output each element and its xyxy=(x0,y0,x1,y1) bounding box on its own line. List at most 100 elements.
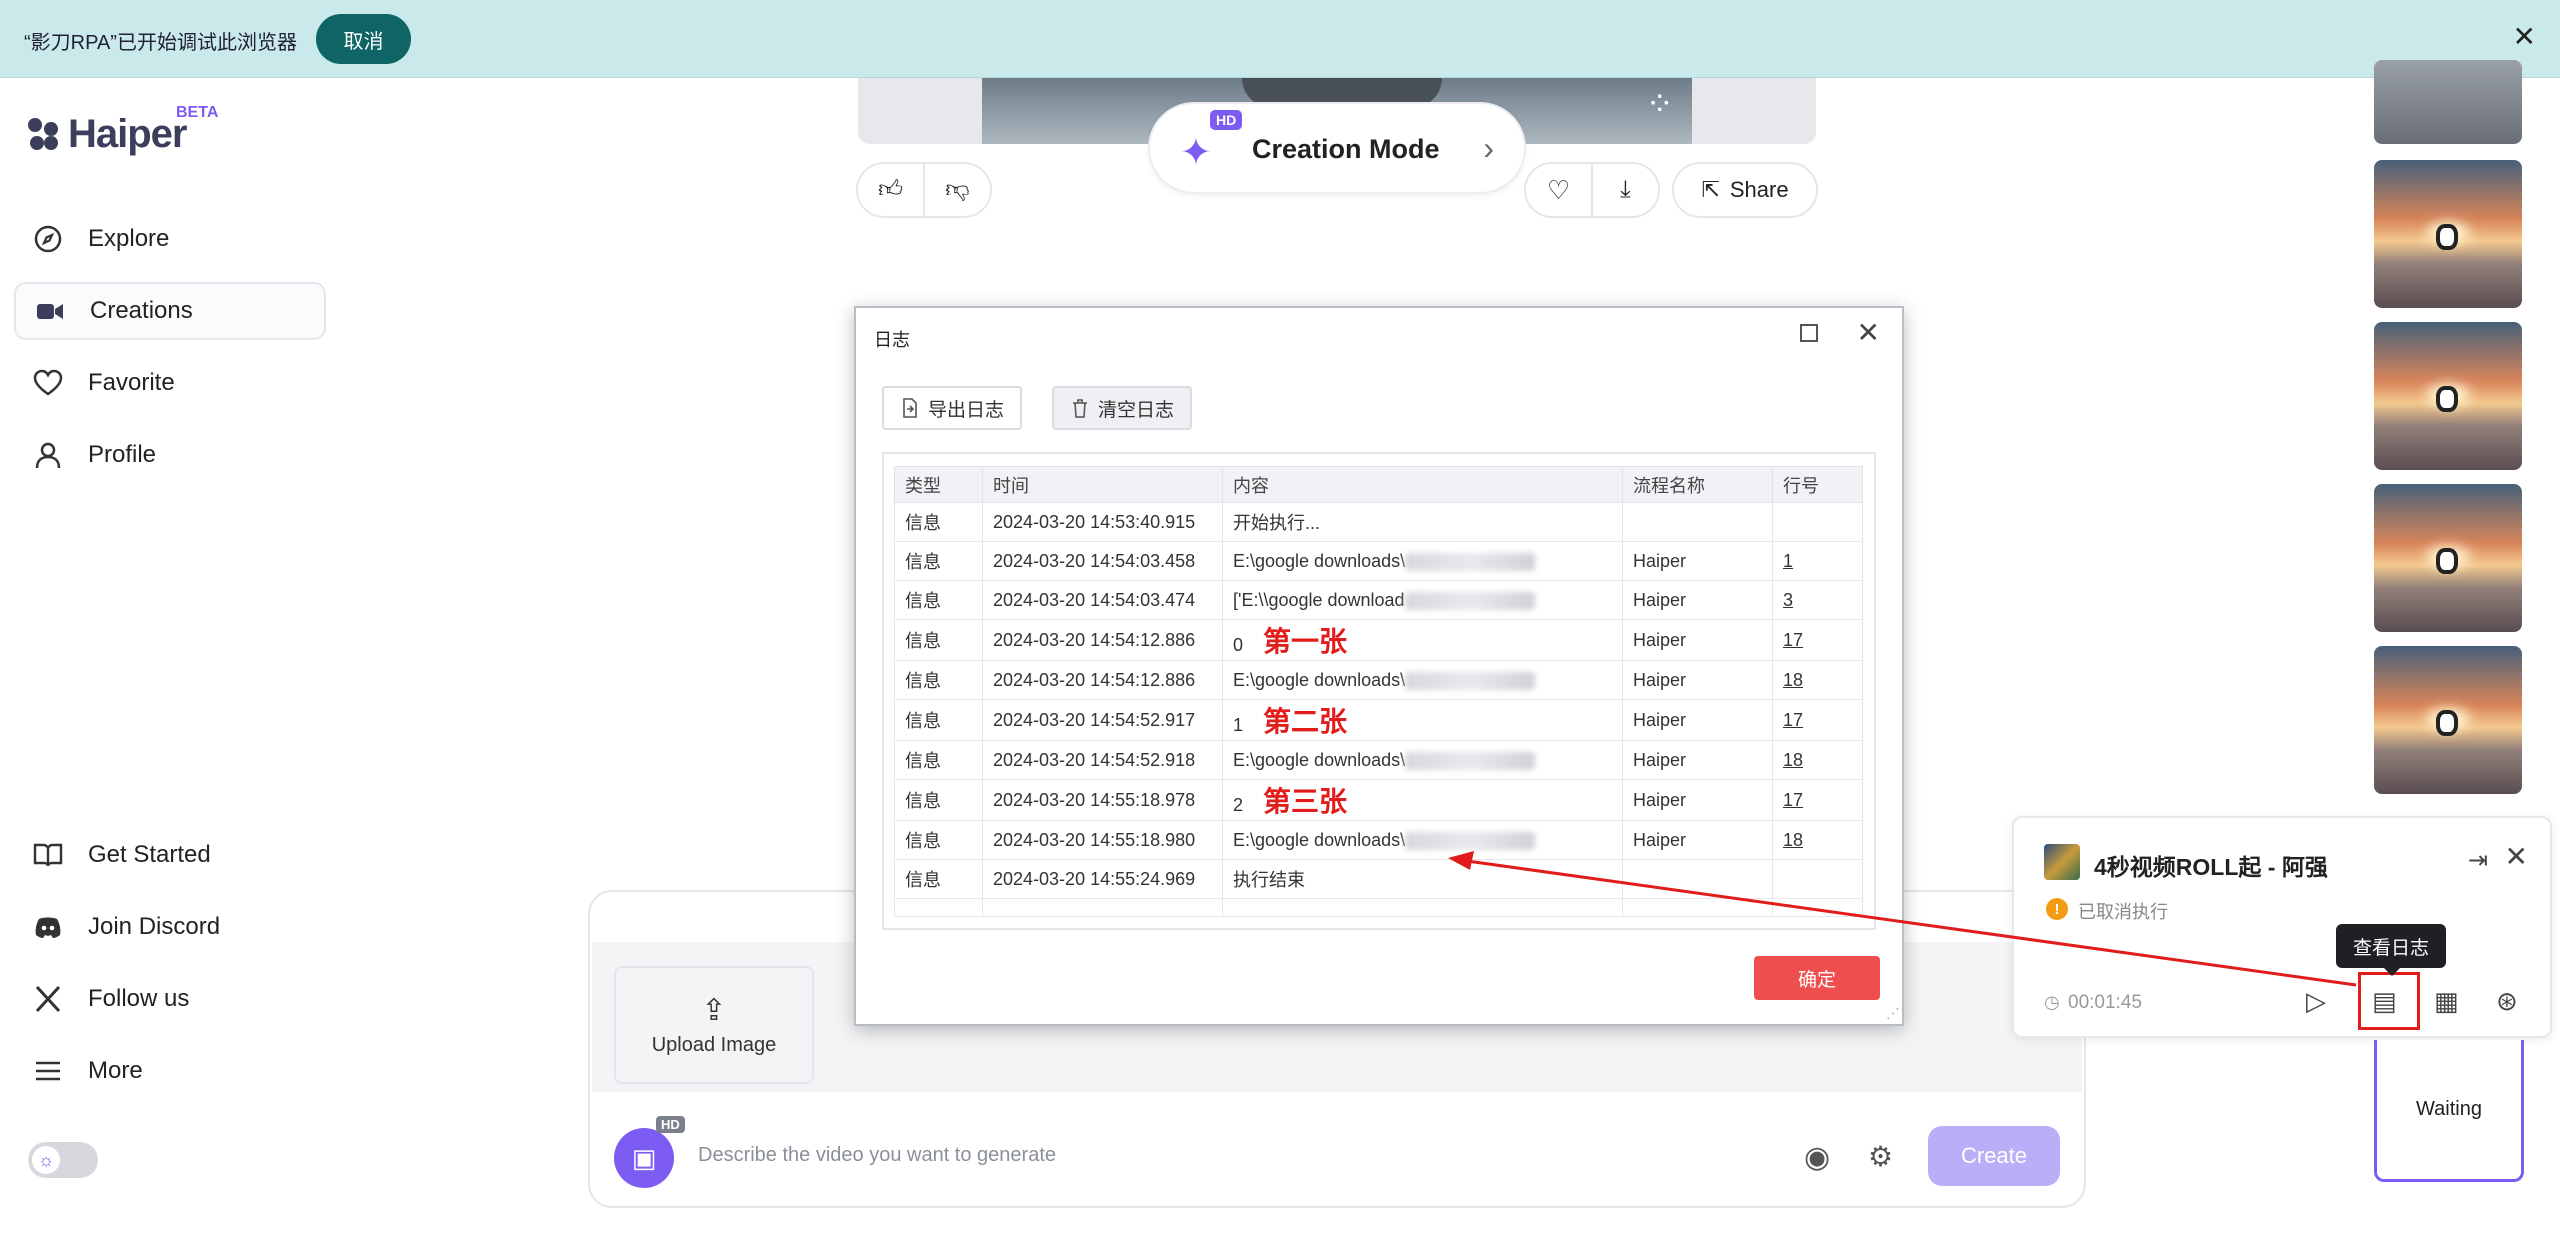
sun-icon: ☼ xyxy=(32,1146,60,1174)
table-row[interactable]: 信息 2024-03-20 14:55:24.969 执行结束 xyxy=(894,859,1863,899)
table-row[interactable]: 信息 2024-03-20 14:55:18.980 E:\google downl… xyxy=(894,820,1863,860)
table-cell xyxy=(1622,859,1773,899)
log-time: 2024-03-20 14:54:52.918 xyxy=(993,749,1196,770)
upload-image-button[interactable]: ⇪ Upload Image xyxy=(614,966,814,1084)
image-mode-button[interactable]: ▣ HD xyxy=(614,1116,685,1188)
line-number-link[interactable]: 18 xyxy=(1783,830,1803,850)
sidebar-item-label: Get Started xyxy=(88,841,211,868)
log-time: 2024-03-20 14:55:18.978 xyxy=(993,789,1196,810)
menu-icon xyxy=(36,1061,60,1081)
table-cell: 17 xyxy=(1772,699,1863,741)
resize-grip-icon[interactable]: ⋰ xyxy=(1886,1005,1900,1022)
sidebar-item-creations[interactable]: Creations xyxy=(14,282,326,340)
table-cell: Haiper xyxy=(1622,779,1773,821)
log-type: 信息 xyxy=(905,552,941,572)
table-row[interactable]: 信息 2024-03-20 14:54:52.918 E:\google downl… xyxy=(894,740,1863,780)
download-icon[interactable]: ⤓ xyxy=(1593,176,1658,204)
haiper-watermark-icon: ⁘ xyxy=(1645,85,1675,123)
log-time: 2024-03-20 14:54:12.886 xyxy=(993,629,1196,650)
line-number-link[interactable]: 17 xyxy=(1783,710,1803,730)
heart-icon xyxy=(33,369,63,396)
table-row[interactable]: 信息 2024-03-20 14:54:03.458 E:\google downl… xyxy=(894,541,1863,581)
line-number-link[interactable]: 1 xyxy=(1783,551,1793,571)
create-button[interactable]: Create xyxy=(1928,1126,2060,1186)
sidebar-item-favorite[interactable]: Favorite xyxy=(14,354,326,412)
upload-label: Upload Image xyxy=(651,1034,777,1056)
trash-icon xyxy=(1073,399,1087,418)
table-cell: E:\google downloads\ xyxy=(1222,660,1623,700)
clear-log-button[interactable]: 清空日志 xyxy=(1052,386,1193,430)
export-log-button[interactable]: 导出日志 xyxy=(882,386,1023,430)
sidebar-item-join-discord[interactable]: Join Discord xyxy=(14,898,326,956)
line-number-link[interactable]: 17 xyxy=(1783,790,1803,810)
sidebar-item-profile[interactable]: Profile xyxy=(14,426,326,484)
line-number-link[interactable]: 18 xyxy=(1783,670,1803,690)
close-icon[interactable]: ✕ xyxy=(1857,316,1880,349)
heart-outline-icon[interactable]: ♡ xyxy=(1526,175,1591,206)
line-number-link[interactable]: 17 xyxy=(1783,630,1803,650)
sidebar-item-get-started[interactable]: Get Started xyxy=(14,826,326,884)
hd-badge: HD xyxy=(656,1116,685,1133)
table-cell: Haiper xyxy=(1622,541,1773,581)
prompt-input[interactable]: Describe the video you want to generate xyxy=(698,1144,1056,1167)
view-log-button-highlight[interactable] xyxy=(2358,972,2420,1030)
thumbnail[interactable] xyxy=(2374,322,2522,470)
table-cell: 信息 xyxy=(894,740,983,780)
table-row[interactable]: 信息 2024-03-20 14:54:52.917 1 第二张 Haiper 17 xyxy=(894,699,1863,741)
table-row[interactable]: 信息 2024-03-20 14:55:18.978 2 第三张 Haiper 17 xyxy=(894,779,1863,821)
waiting-card[interactable]: Waiting xyxy=(2374,1040,2524,1182)
table-row[interactable]: 信息 2024-03-20 14:54:12.886 0 第一张 Haiper 17 xyxy=(894,619,1863,661)
table-cell: 2024-03-20 14:53:40.915 xyxy=(982,502,1223,542)
creation-mode-button[interactable]: HD ✦ Creation Mode › xyxy=(1148,102,1526,194)
log-content: ['E:\\google download xyxy=(1233,589,1405,610)
video-camera-icon xyxy=(37,304,63,319)
maximize-icon[interactable] xyxy=(1800,324,1818,342)
thumbs-up-icon[interactable]: 👍︎ xyxy=(858,176,923,204)
thumbs-down-icon[interactable]: 👎︎ xyxy=(925,176,990,204)
table-cell: Haiper xyxy=(1622,580,1773,620)
table-icon[interactable]: ▦ xyxy=(2434,986,2459,1017)
table-cell: 2024-03-20 14:55:18.980 xyxy=(982,820,1223,860)
column-header[interactable]: 行号 xyxy=(1772,466,1863,503)
task-title: 4秒视频ROLL起 - 阿强 xyxy=(2094,854,2328,880)
sidebar-item-label: Creations xyxy=(90,297,193,324)
sidebar-item-explore[interactable]: Explore xyxy=(14,210,326,268)
thumbnail[interactable] xyxy=(2374,484,2522,632)
table-cell: Haiper xyxy=(1622,740,1773,780)
table-filler-row xyxy=(894,898,1863,917)
column-header[interactable]: 时间 xyxy=(982,466,1223,503)
cancel-debug-button[interactable]: 取消 xyxy=(316,14,411,64)
log-table: 类型 时间 内容 流程名称 行号 信息 2024-03-20 14:53:40.9… xyxy=(894,466,1863,917)
haiper-logo[interactable]: Haiper BETA xyxy=(28,104,218,157)
share-button[interactable]: ⇱ Share xyxy=(1672,162,1818,218)
log-type: 信息 xyxy=(905,711,941,731)
table-row[interactable]: 信息 2024-03-20 14:54:12.886 E:\google downl… xyxy=(894,660,1863,700)
close-icon[interactable]: ✕ xyxy=(2505,840,2528,873)
line-number-link[interactable]: 18 xyxy=(1783,750,1803,770)
element-capture-icon[interactable]: ⊛ xyxy=(2496,986,2518,1017)
clock-icon: ◷ xyxy=(2044,992,2060,1012)
notification-message: “影刀RPA”已开始调试此浏览器 xyxy=(24,32,297,54)
table-cell: 1 第二张 xyxy=(1222,699,1623,741)
table-row[interactable]: 信息 2024-03-20 14:54:03.474 ['E:\\google do… xyxy=(894,580,1863,620)
sidebar-item-more[interactable]: More xyxy=(14,1042,326,1100)
line-number-link[interactable]: 3 xyxy=(1783,590,1793,610)
table-cell xyxy=(1772,502,1863,542)
thumbnail[interactable] xyxy=(2374,646,2522,794)
collapse-to-side-icon[interactable]: ⇥ xyxy=(2468,846,2488,875)
rating-group: 👍︎ 👎︎ xyxy=(856,162,992,218)
sidebar-item-follow-us[interactable]: Follow us xyxy=(14,970,326,1028)
settings-sliders-icon[interactable]: ⚙ xyxy=(1868,1140,1893,1173)
close-icon[interactable]: ✕ xyxy=(2513,20,2536,53)
column-header[interactable]: 类型 xyxy=(894,466,983,503)
column-header[interactable]: 内容 xyxy=(1222,466,1623,503)
log-time: 2024-03-20 14:53:40.915 xyxy=(993,511,1196,532)
eye-icon[interactable]: ◉ xyxy=(1804,1140,1830,1175)
column-header[interactable]: 流程名称 xyxy=(1622,466,1773,503)
table-row[interactable]: 信息 2024-03-20 14:53:40.915 开始执行... xyxy=(894,502,1863,542)
thumbnail[interactable] xyxy=(2374,160,2522,308)
theme-toggle[interactable]: ☼ xyxy=(28,1142,98,1178)
play-icon[interactable]: ▷ xyxy=(2306,986,2326,1017)
thumbnail[interactable] xyxy=(2374,60,2522,144)
ok-button[interactable]: 确定 xyxy=(1754,956,1880,1000)
